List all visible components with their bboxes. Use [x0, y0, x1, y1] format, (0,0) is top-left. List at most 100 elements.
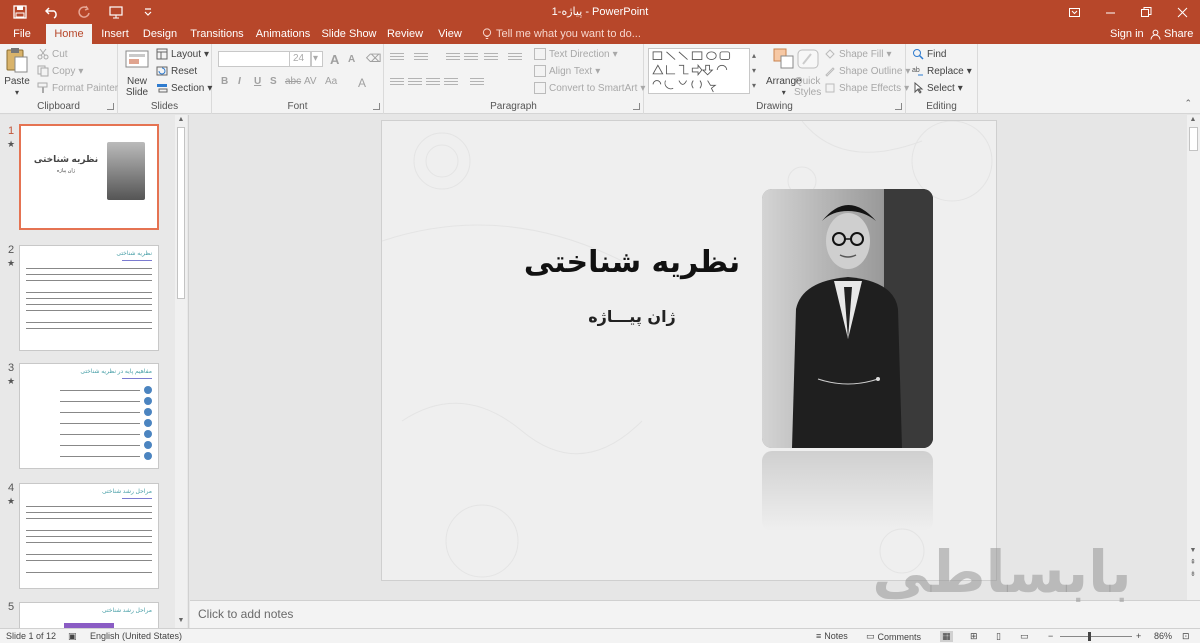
italic-button[interactable]: I — [238, 76, 241, 87]
select-button[interactable]: Select ▾ — [912, 82, 963, 94]
thumbnail-slide-3[interactable]: مفاهیم پایه در نظریه شناختی — [19, 363, 159, 469]
thumbnails-scroll-thumb[interactable] — [177, 127, 185, 299]
grow-font-button[interactable]: A — [330, 52, 339, 67]
character-spacing-button[interactable]: AV — [304, 76, 317, 87]
shape-fill-button[interactable]: Shape Fill ▾ — [824, 48, 892, 60]
align-right-icon[interactable] — [426, 76, 440, 88]
decrease-indent-icon[interactable] — [446, 51, 460, 63]
tab-slide-show[interactable]: Slide Show — [320, 24, 378, 44]
thumbnail-slide-1[interactable]: نظریه شناختی ژان پیاژه — [19, 124, 159, 230]
bullets-icon[interactable] — [390, 51, 404, 63]
thumbnail-slide-4[interactable]: مراحل رشد شناختی — [19, 483, 159, 589]
font-size-combo[interactable]: 24 — [289, 51, 311, 67]
next-slide-icon[interactable]: ⇟ — [1189, 571, 1197, 579]
shrink-font-button[interactable]: A — [348, 54, 355, 65]
comments-toggle[interactable]: ▭ Comments — [866, 631, 921, 642]
minimize-icon[interactable] — [1092, 0, 1128, 24]
underline-button[interactable]: U — [254, 76, 261, 87]
close-icon[interactable] — [1164, 0, 1200, 24]
paste-dropdown-icon[interactable]: ▾ — [15, 87, 19, 98]
quick-styles-button[interactable]: Quick Styles — [794, 46, 821, 98]
tab-home[interactable]: Home — [46, 24, 92, 44]
clear-formatting-icon[interactable]: ⌫ — [366, 52, 382, 65]
convert-smartart-button[interactable]: Convert to SmartArt ▾ — [534, 82, 645, 94]
shapes-gallery[interactable] — [648, 48, 750, 94]
share-button[interactable]: Share — [1150, 24, 1193, 44]
slideshow-view-icon[interactable]: ▭ — [1020, 631, 1029, 642]
thumbnails-scrollbar[interactable]: ▲ ▼ — [175, 115, 187, 628]
normal-view-icon[interactable]: ▦ — [940, 631, 953, 642]
tab-review[interactable]: Review — [386, 24, 424, 44]
font-name-combo[interactable] — [218, 51, 290, 67]
scroll-up-arrow-icon[interactable]: ▲ — [177, 116, 185, 124]
drawing-dialog-launcher[interactable] — [895, 103, 902, 110]
scroll-up-arrow-icon[interactable]: ▲ — [1189, 116, 1197, 124]
text-shadow-button[interactable]: S — [270, 76, 277, 87]
new-slide-button[interactable]: New Slide — [124, 46, 150, 98]
slide-title[interactable]: نظریه شناختی — [502, 245, 762, 280]
align-text-button[interactable]: Align Text ▾ — [534, 65, 600, 77]
shape-outline-button[interactable]: Shape Outline ▾ — [824, 65, 910, 77]
copy-button[interactable]: Copy ▾ — [37, 65, 83, 77]
bold-button[interactable]: B — [221, 76, 228, 87]
paste-button[interactable]: Paste ▾ — [4, 46, 30, 98]
slide-subtitle[interactable]: ژان پیـــاژه — [502, 307, 762, 326]
tab-file[interactable]: File — [6, 24, 38, 44]
font-color-button[interactable]: A — [358, 76, 366, 90]
reading-view-icon[interactable]: ▯ — [996, 631, 1001, 642]
increase-indent-icon[interactable] — [464, 51, 478, 63]
scroll-down-arrow-icon[interactable]: ▼ — [1189, 547, 1197, 555]
notes-toggle[interactable]: ≡ Notes — [816, 631, 848, 641]
portrait-photo[interactable] — [762, 189, 933, 448]
tab-insert[interactable]: Insert — [96, 24, 134, 44]
replace-button[interactable]: ab Replace ▾ — [912, 65, 972, 77]
zoom-in-icon[interactable]: + — [1136, 631, 1141, 641]
align-center-icon[interactable] — [408, 76, 422, 88]
copy-dropdown-icon[interactable]: ▾ — [78, 66, 83, 77]
previous-slide-icon[interactable]: ⇞ — [1189, 559, 1197, 567]
format-painter-button[interactable]: Format Painter — [37, 82, 118, 94]
justify-icon[interactable] — [444, 76, 458, 88]
fit-slide-icon[interactable]: ⊡ — [1182, 631, 1190, 642]
columns-icon[interactable] — [470, 76, 484, 88]
thumbnail-slide-2[interactable]: نظریه شناختی — [19, 245, 159, 351]
rtl-icon[interactable] — [508, 51, 522, 63]
tab-view[interactable]: View — [432, 24, 468, 44]
zoom-slider-thumb[interactable] — [1088, 632, 1091, 641]
restore-icon[interactable] — [1128, 0, 1164, 24]
thumbnail-slide-5[interactable]: مراحل رشد شناختی — [19, 602, 159, 628]
shape-effects-button[interactable]: Shape Effects ▾ — [824, 82, 909, 94]
tab-transitions[interactable]: Transitions — [188, 24, 246, 44]
language-indicator[interactable]: English (United States) — [90, 631, 182, 641]
line-spacing-icon[interactable] — [484, 51, 498, 63]
sign-in-link[interactable]: Sign in — [1110, 24, 1144, 44]
scroll-down-arrow-icon[interactable]: ▼ — [177, 617, 185, 625]
font-dialog-launcher[interactable] — [373, 103, 380, 110]
tab-design[interactable]: Design — [140, 24, 180, 44]
find-button[interactable]: Find — [912, 48, 946, 60]
paragraph-dialog-launcher[interactable] — [633, 103, 640, 110]
change-case-button[interactable]: Aa — [325, 76, 337, 87]
reset-button[interactable]: Reset — [156, 65, 197, 77]
font-size-dropdown-icon[interactable]: ▾ — [311, 51, 323, 67]
zoom-slider[interactable] — [1060, 636, 1132, 637]
spell-check-icon[interactable]: ▣ — [68, 631, 77, 642]
numbering-icon[interactable] — [414, 51, 428, 63]
current-slide[interactable]: نظریه شناختی ژان پیـــاژه — [381, 120, 997, 581]
clipboard-dialog-launcher[interactable] — [107, 103, 114, 110]
collapse-ribbon-icon[interactable]: ⌃ — [1184, 98, 1192, 109]
notes-placeholder[interactable]: Click to add notes — [198, 607, 293, 621]
zoom-level[interactable]: 86% — [1154, 631, 1172, 641]
tab-animations[interactable]: Animations — [254, 24, 312, 44]
shapes-gallery-scroll[interactable]: ▴ ▾ ▾ — [752, 48, 762, 94]
section-button[interactable]: Section ▾ — [156, 82, 212, 94]
text-direction-button[interactable]: Text Direction ▾ — [534, 48, 618, 60]
slide-scrollbar[interactable]: ▲ ▼ ⇞ ⇟ — [1187, 115, 1200, 600]
slide-scroll-thumb[interactable] — [1189, 127, 1198, 151]
slide-sorter-icon[interactable]: ⊞ — [970, 631, 978, 642]
tell-me-box[interactable]: Tell me what you want to do... — [482, 24, 641, 44]
ribbon-display-options-icon[interactable] — [1056, 0, 1092, 24]
layout-button[interactable]: Layout ▾ — [156, 48, 209, 60]
zoom-out-icon[interactable]: − — [1048, 631, 1053, 641]
cut-button[interactable]: Cut — [37, 48, 68, 60]
